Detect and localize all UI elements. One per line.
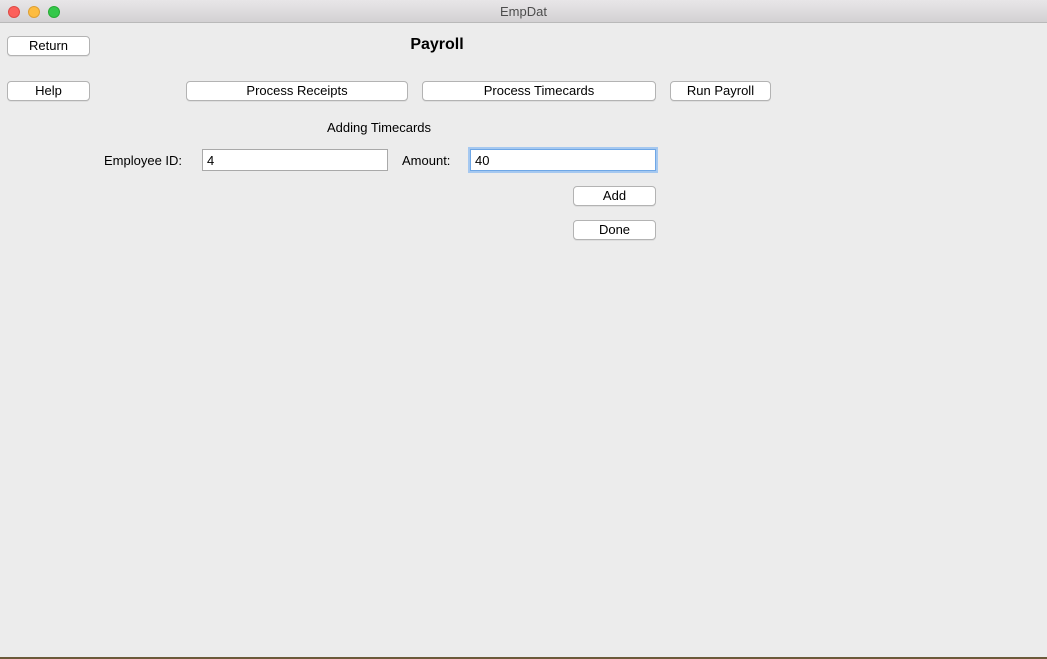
process-timecards-button[interactable]: Process Timecards — [422, 81, 656, 101]
amount-input[interactable] — [470, 149, 656, 171]
done-button[interactable]: Done — [573, 220, 656, 240]
add-button[interactable]: Add — [573, 186, 656, 206]
employee-id-label: Employee ID: — [104, 153, 183, 168]
window-title: EmpDat — [500, 4, 547, 19]
section-title: Adding Timecards — [326, 120, 432, 135]
amount-label: Amount: — [402, 153, 451, 168]
run-payroll-button[interactable]: Run Payroll — [670, 81, 771, 101]
window-titlebar[interactable]: EmpDat — [0, 0, 1047, 23]
return-button[interactable]: Return — [7, 36, 90, 56]
help-button[interactable]: Help — [7, 81, 90, 101]
page-title: Payroll — [410, 36, 464, 53]
process-receipts-button[interactable]: Process Receipts — [186, 81, 408, 101]
employee-id-input[interactable] — [202, 149, 388, 171]
